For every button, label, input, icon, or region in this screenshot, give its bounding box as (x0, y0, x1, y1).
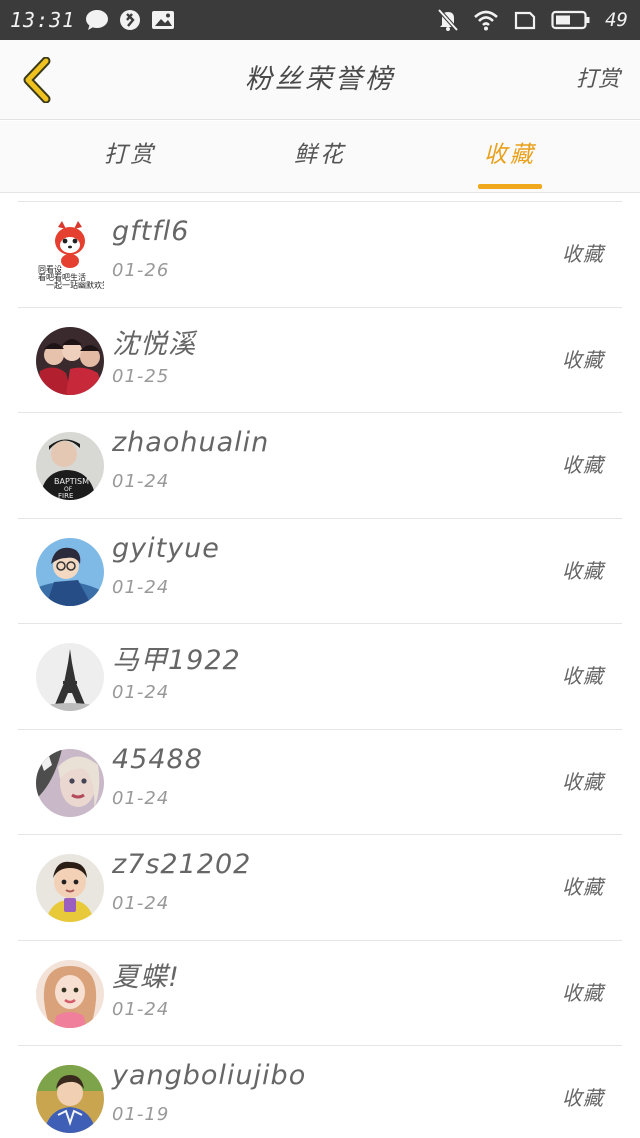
date: 01-19 (112, 1104, 170, 1125)
favorite-label: 收藏 (562, 1086, 604, 1110)
avatar (36, 537, 104, 606)
favorite-label: 收藏 (562, 664, 604, 688)
tab-label: 收藏 (484, 142, 536, 168)
image-notification-icon (151, 9, 175, 31)
logo-text: 一起一站幽默欢笑 (46, 281, 104, 289)
date: 01-25 (112, 365, 170, 387)
date: 01-24 (112, 682, 170, 703)
date: 01-24 (112, 893, 170, 914)
username: 45488 (112, 743, 203, 775)
status-time: 13:31 (10, 8, 76, 32)
battery-icon (551, 9, 591, 31)
list-item[interactable]: gyityue 01-24 收藏 (18, 519, 622, 624)
username: z7s21202 (112, 849, 252, 880)
avatar (36, 326, 104, 395)
date: 01-24 (112, 576, 170, 598)
status-bar: 13:31 49 (0, 0, 640, 40)
mute-icon (437, 8, 459, 32)
battery-level: 49 (605, 9, 628, 31)
reward-button[interactable]: 打赏 (576, 40, 620, 120)
list-item[interactable]: 夏蝶! 01-24 收藏 (18, 941, 622, 1046)
avatar: 同看设 看吧看吧生活 一起一站幽默欢笑 (36, 221, 104, 289)
list-item[interactable]: BAPTISM OF FIRE zhaohualin 01-24 收藏 (18, 413, 622, 519)
tab-bar: 打赏 鲜花 收藏 (0, 121, 640, 193)
app-notification-icon (119, 9, 141, 31)
username: zhaohualin (112, 427, 270, 458)
tab-favorites[interactable]: 收藏 (445, 121, 575, 193)
avatar (36, 748, 104, 817)
message-icon (85, 9, 109, 31)
page-title: 粉丝荣誉榜 (245, 64, 395, 95)
sim-icon (513, 9, 537, 31)
favorite-label: 收藏 (562, 242, 604, 266)
date: 01-24 (112, 787, 170, 809)
favorite-label: 收藏 (562, 980, 604, 1005)
avatar (36, 643, 104, 711)
list-item[interactable]: 马甲1922 01-24 收藏 (18, 624, 622, 730)
date: 01-26 (112, 260, 170, 281)
username: yangboliujibo (112, 1060, 307, 1091)
list-item[interactable]: 45488 01-24 收藏 (18, 730, 622, 835)
status-right: 49 (437, 0, 628, 40)
username: 夏蝶! (112, 961, 180, 993)
favorite-label: 收藏 (562, 558, 604, 583)
tab-flowers[interactable]: 鲜花 (255, 121, 385, 193)
list-item[interactable]: 沈悦溪 01-25 收藏 (18, 308, 622, 413)
tab-reward[interactable]: 打赏 (65, 121, 195, 193)
date: 01-24 (112, 471, 170, 492)
avatar: BAPTISM OF FIRE (36, 432, 104, 500)
tab-label: 打赏 (104, 142, 156, 168)
favorite-label: 收藏 (562, 453, 604, 477)
list-item[interactable]: 同看设 看吧看吧生活 一起一站幽默欢笑 gftfl6 01-26 收藏 (18, 202, 622, 308)
header-bar: 粉丝荣誉榜 打赏 (0, 40, 640, 120)
favorite-label: 收藏 (562, 769, 604, 794)
avatar (36, 1065, 104, 1133)
avatar (36, 959, 104, 1028)
username: 沈悦溪 (112, 328, 196, 360)
shirt-text: FIRE (58, 492, 73, 500)
username: 马甲1922 (112, 645, 241, 676)
date: 01-24 (112, 998, 170, 1020)
list-item[interactable]: yangboliujibo 01-19 收藏 (18, 1046, 622, 1138)
active-tab-indicator (478, 184, 542, 189)
fan-list: 同看设 看吧看吧生活 一起一站幽默欢笑 gftfl6 01-26 收藏 沈悦溪 … (18, 201, 622, 1138)
list-item[interactable]: z7s21202 01-24 收藏 (18, 835, 622, 941)
wifi-icon (473, 9, 499, 31)
tab-label: 鲜花 (294, 142, 346, 168)
favorite-label: 收藏 (562, 875, 604, 899)
shirt-text: BAPTISM (54, 477, 89, 486)
status-left: 13:31 (10, 0, 175, 40)
username: gyityue (112, 532, 220, 564)
favorite-label: 收藏 (562, 347, 604, 372)
username: gftfl6 (112, 216, 190, 247)
avatar (36, 854, 104, 922)
